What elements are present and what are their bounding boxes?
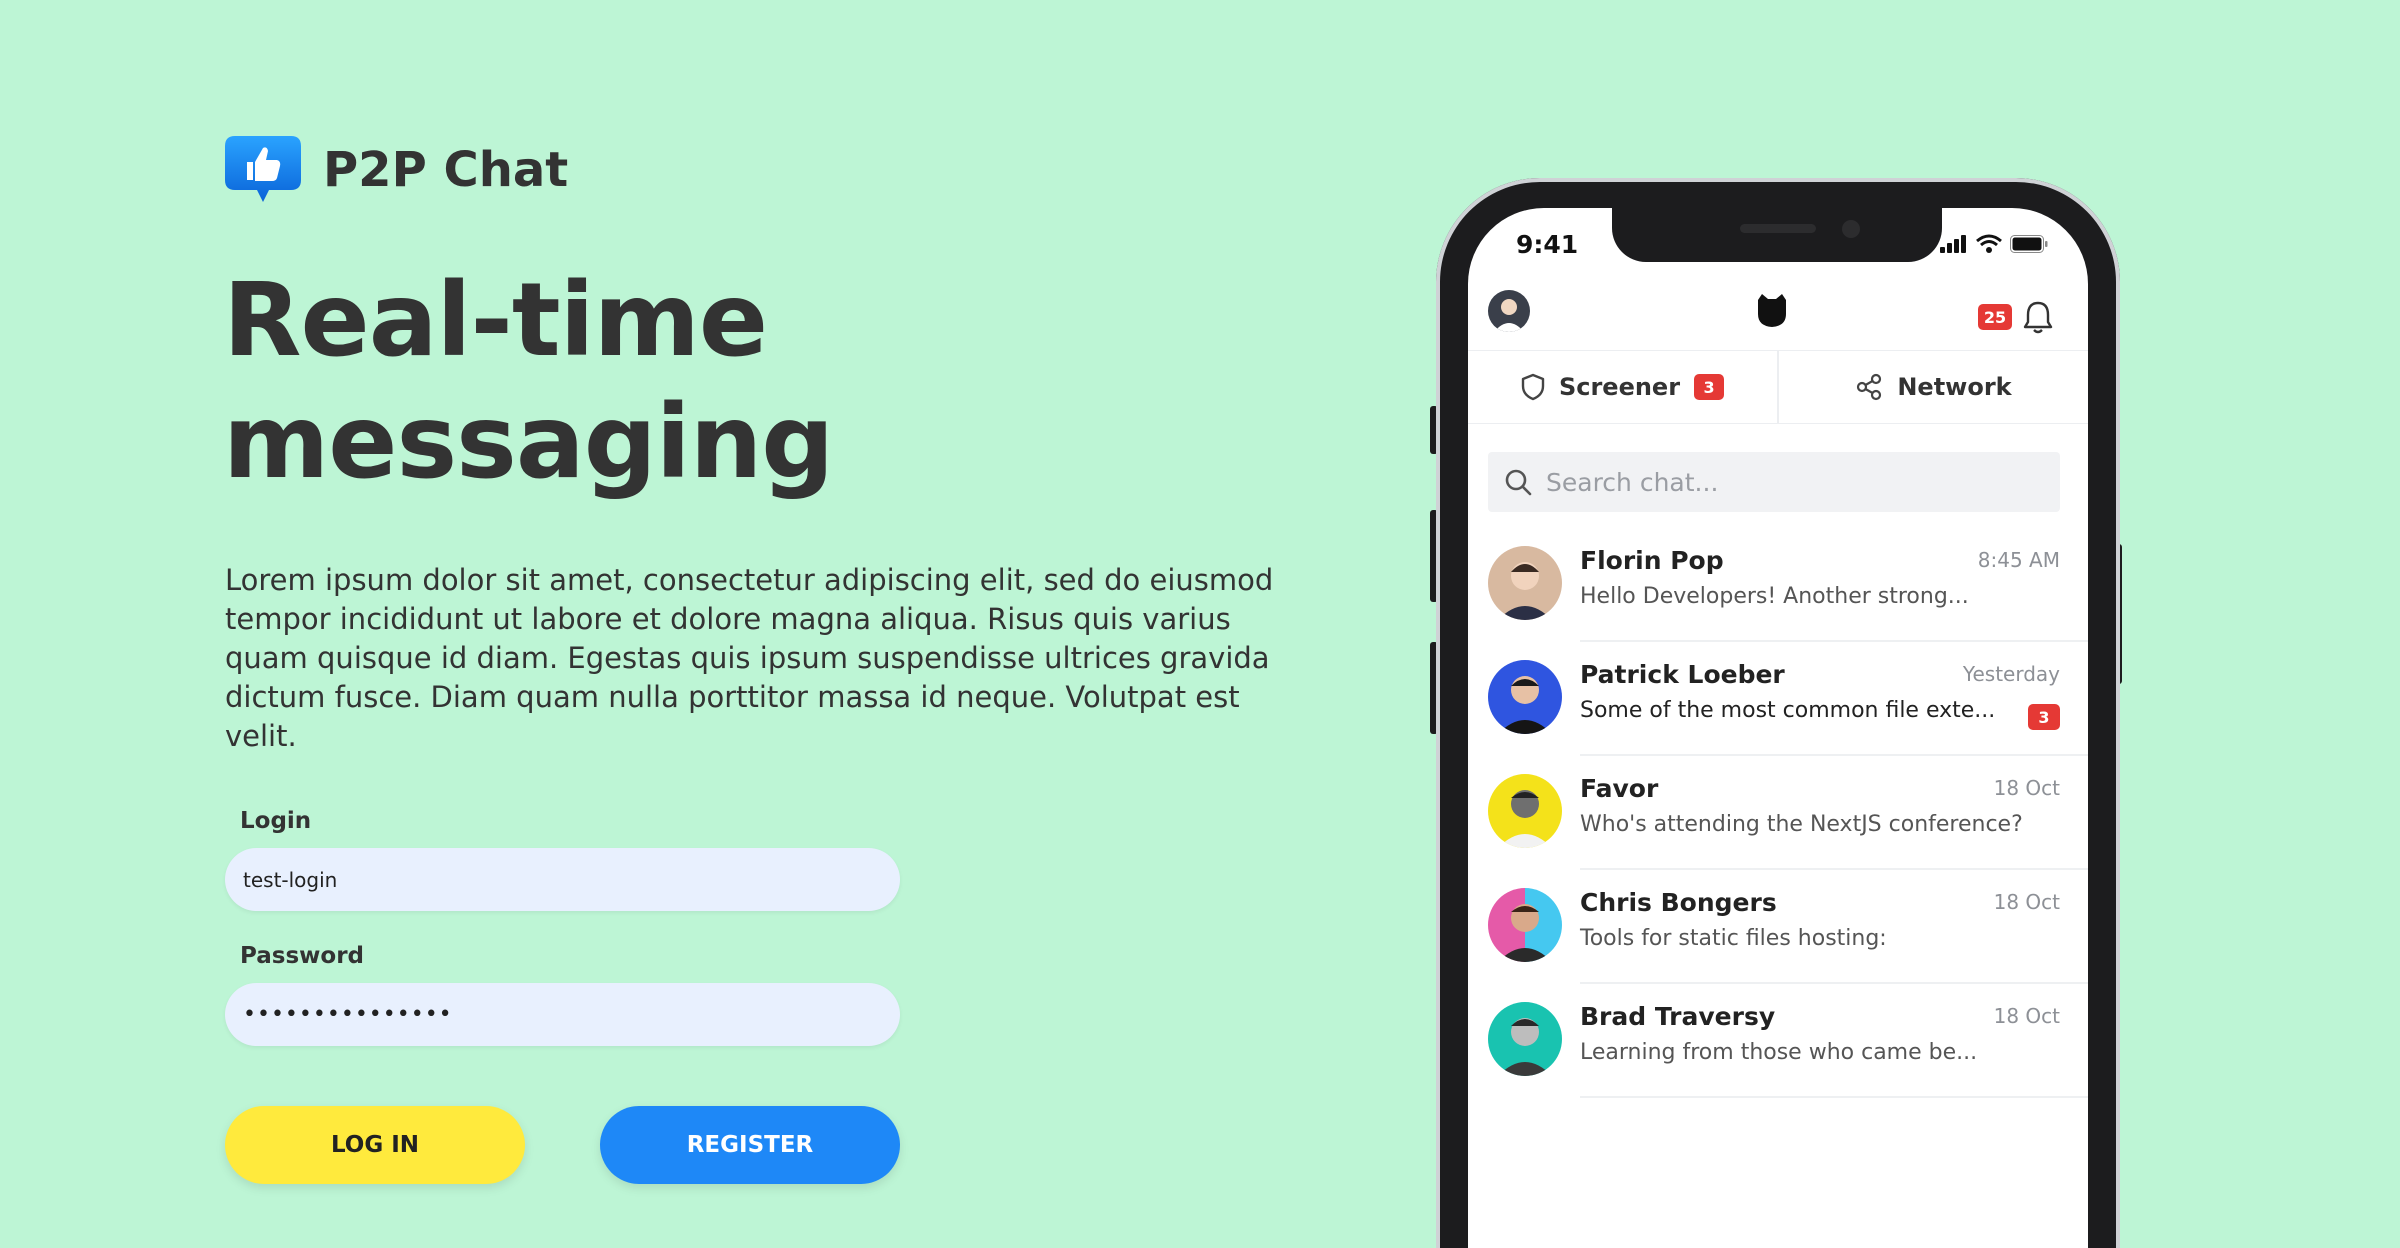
chat-message: Tools for static files hosting: — [1580, 926, 1887, 951]
description: Lorem ipsum dolor sit amet, consectetur … — [225, 563, 1274, 753]
chat-name: Brad Traversy — [1580, 1002, 1776, 1031]
chat-time: 18 Oct — [1993, 1004, 2060, 1028]
thumbs-up-chat-logo-icon — [225, 136, 301, 204]
search-input[interactable]: Search chat... — [1488, 452, 2060, 512]
chat-name: Chris Bongers — [1580, 888, 1777, 917]
headline: Real-time messaging — [223, 260, 1123, 504]
brand: P2P Chat — [225, 136, 568, 204]
chat-name: Favor — [1580, 774, 1659, 803]
phone-screen: 9:41 25 Screener 3 Network Search chat..… — [1468, 208, 2088, 1248]
tab-network[interactable]: Network — [1777, 351, 2088, 423]
chat-item[interactable]: Florin Pop 8:45 AM Hello Developers! Ano… — [1468, 528, 2088, 642]
notch-speaker — [1740, 224, 1816, 233]
share-icon — [1857, 373, 1882, 401]
tab-screener-label: Screener — [1558, 373, 1681, 401]
avatar — [1488, 660, 1562, 734]
battery-icon — [2010, 235, 2048, 253]
chat-time: 8:45 AM — [1977, 548, 2060, 572]
tab-screener[interactable]: Screener 3 — [1468, 351, 1777, 423]
chat-message: Hello Developers! Another strong... — [1580, 584, 1969, 609]
login-field[interactable]: test-login — [225, 848, 900, 911]
chat-name: Florin Pop — [1580, 546, 1724, 575]
chat-message: Some of the most common file exte... — [1580, 698, 1996, 723]
register-button[interactable]: REGISTER — [600, 1106, 900, 1184]
search-placeholder: Search chat... — [1546, 467, 1719, 497]
chat-item[interactable]: Chris Bongers 18 Oct Tools for static fi… — [1468, 870, 2088, 984]
app-topbar: 25 — [1468, 282, 2088, 342]
headline-line-2: messaging — [223, 383, 834, 502]
chat-time: 18 Oct — [1993, 890, 2060, 914]
divider — [1580, 1096, 2088, 1098]
chat-message: Learning from those who came be... — [1580, 1040, 1978, 1065]
app-logo-icon — [1752, 290, 1792, 330]
bell-icon[interactable] — [2022, 300, 2054, 334]
signal-icon — [1940, 235, 1966, 253]
tab-network-label: Network — [1897, 373, 2012, 401]
unread-badge: 3 — [2028, 704, 2060, 730]
notification-count-badge: 25 — [1978, 304, 2012, 330]
wifi-icon — [1976, 234, 2002, 253]
login-button[interactable]: LOG IN — [225, 1106, 525, 1184]
shield-icon — [1521, 373, 1545, 401]
tab-bar: Screener 3 Network — [1468, 350, 2088, 424]
avatar — [1488, 888, 1562, 962]
screener-badge: 3 — [1694, 374, 1725, 400]
login-label: Login — [240, 808, 312, 834]
notch-camera — [1842, 220, 1860, 238]
chat-time: Yesterday — [1962, 662, 2060, 686]
app-name: P2P Chat — [323, 142, 569, 198]
password-label: Password — [240, 943, 364, 969]
chat-message: Who's attending the NextJS conference? — [1580, 812, 2023, 837]
status-time: 9:41 — [1516, 230, 1579, 259]
password-field[interactable]: ••••••••••••••• — [225, 983, 900, 1046]
chat-name: Patrick Loeber — [1580, 660, 1785, 689]
user-avatar[interactable] — [1488, 290, 1530, 332]
chat-item[interactable]: Favor 18 Oct Who's attending the NextJS … — [1468, 756, 2088, 870]
chat-item[interactable]: Brad Traversy 18 Oct Learning from those… — [1468, 984, 2088, 1098]
chat-item[interactable]: Patrick Loeber Yesterday Some of the mos… — [1468, 642, 2088, 756]
chat-time: 18 Oct — [1993, 776, 2060, 800]
headline-line-1: Real-time — [223, 261, 768, 380]
avatar — [1488, 546, 1562, 620]
avatar — [1488, 774, 1562, 848]
avatar — [1488, 1002, 1562, 1076]
status-icons — [1940, 234, 2048, 254]
search-icon — [1505, 469, 1532, 496]
phone-notch — [1612, 208, 1942, 262]
